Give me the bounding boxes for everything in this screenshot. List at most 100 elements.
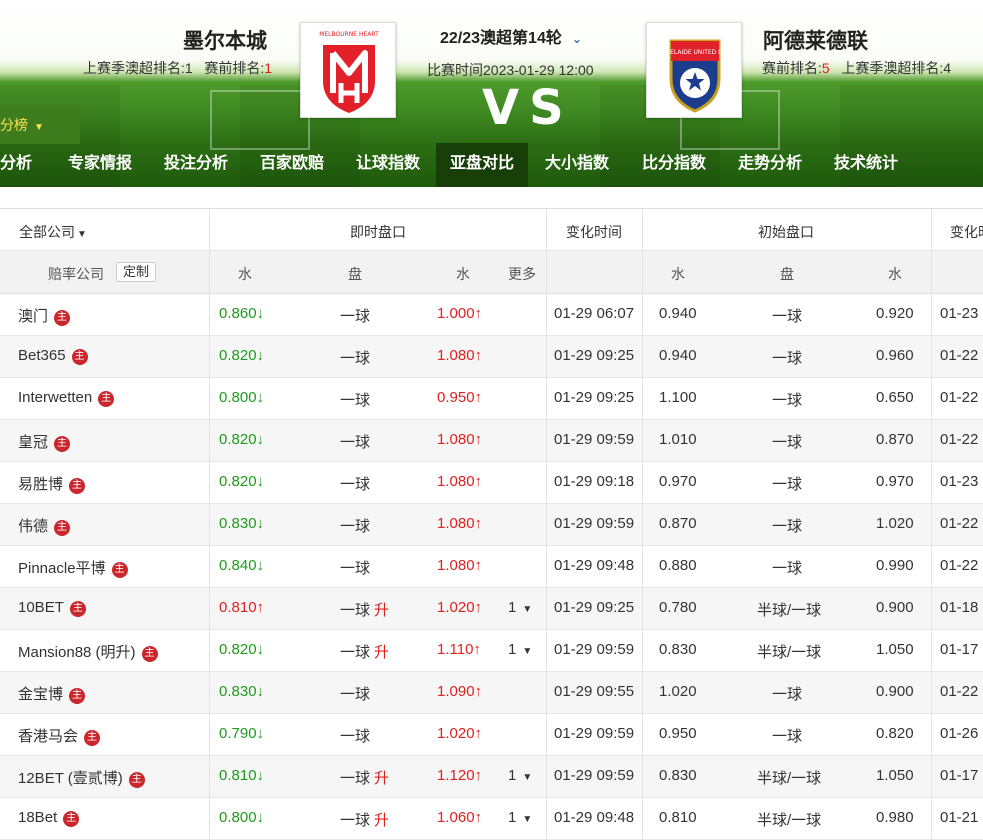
standings-dropdown[interactable]: 分榜 ▼ <box>0 106 80 144</box>
away-rank-value: 5 <box>821 60 830 76</box>
change-time-value: 01-29 09:59 <box>554 725 635 742</box>
live-handicap-cell: 一球 <box>340 431 374 452</box>
company-name[interactable]: 皇冠主 <box>18 431 71 452</box>
company-name[interactable]: 易胜博主 <box>18 473 86 494</box>
table-row[interactable]: 12BET (壹贰博) 主 0.810↓ 一球升 1.120↑ 1 ▼ 01-29 … <box>0 756 983 798</box>
home-team-name[interactable]: 墨尔本城 <box>183 25 267 55</box>
live-handicap-cell: 一球 <box>340 347 374 368</box>
company-name[interactable]: 12BET (壹贰博) 主 <box>18 767 145 788</box>
round-selector[interactable]: 22/23澳超第14轮 ⌄ <box>440 24 582 48</box>
init-water1-value: 0.940 <box>659 347 697 364</box>
company-name[interactable]: 伟德主 <box>18 515 71 536</box>
away-team-logo[interactable]: ADELAIDE UNITED F.C. <box>646 22 742 118</box>
more-dropdown[interactable]: 1 ▼ <box>508 641 532 658</box>
table-row[interactable]: Pinnacle平博主 0.840↓ 一球 1.080↑ 01-29 09:48… <box>0 546 983 588</box>
table-row[interactable]: 10BET 主 0.810↑ 一球升 1.020↑ 1 ▼ 01-29 09:25 … <box>0 588 983 630</box>
host-badge-icon: 主 <box>69 478 86 494</box>
host-badge-icon: 主 <box>111 562 128 578</box>
live-handicap-value: 一球 <box>340 560 371 577</box>
company-filter-label: 全部公司 <box>19 224 75 240</box>
nav-tab-trend[interactable]: 走势分析 <box>722 143 818 187</box>
init-water2-value: 1.050 <box>876 767 914 784</box>
company-name[interactable]: 金宝博主 <box>18 683 86 704</box>
home-rank-label: 赛前排名: <box>204 60 265 76</box>
init-handicap-value: 半球/一球 <box>757 812 822 829</box>
live-water1-value: 0.820↓ <box>219 347 265 364</box>
away-team-name[interactable]: 阿德莱德联 <box>763 25 868 55</box>
table-row[interactable]: Interwetten 主 0.800↓ 一球 0.950↑ 01-29 09:2… <box>0 378 983 420</box>
table-row[interactable]: Mansion88 (明升) 主 0.820↓ 一球升 1.110↑ 1 ▼ 01-… <box>0 630 983 672</box>
live-handicap-value: 一球 <box>340 728 371 745</box>
table-row[interactable]: 伟德主 0.830↓ 一球 1.080↑ 01-29 09:59 0.870 一… <box>0 504 983 546</box>
live-handicap-cell: 一球 <box>340 305 374 326</box>
customize-button[interactable]: 定制 <box>116 262 157 282</box>
nav-tab-euro-odds[interactable]: 百家欧赔 <box>244 143 340 187</box>
chevron-down-icon: ⌄ <box>571 32 582 46</box>
change-time-value: 01-29 09:48 <box>554 809 635 826</box>
host-badge-icon: 主 <box>128 772 145 788</box>
live-water2-value: 1.090↑ <box>437 683 483 700</box>
company-label: 澳门 <box>18 308 49 325</box>
init-water2-value: 0.990 <box>876 557 914 574</box>
more-dropdown[interactable]: 1 ▼ <box>508 599 532 616</box>
company-label: 18Bet <box>18 809 58 826</box>
live-water1-value: 0.830↓ <box>219 683 265 700</box>
live-water2-value: 1.080↑ <box>437 557 483 574</box>
home-team-logo[interactable]: MELBOURNE HEART <box>300 22 396 118</box>
live-water2-value: 1.080↑ <box>437 347 483 364</box>
company-label: 伟德 <box>18 518 49 535</box>
init-handicap-value: 半球/一球 <box>757 602 822 619</box>
company-name[interactable]: 澳门主 <box>18 305 71 326</box>
company-label: 易胜博 <box>18 476 64 493</box>
host-badge-icon: 主 <box>98 391 115 407</box>
company-name[interactable]: 18Bet 主 <box>18 809 80 827</box>
company-name[interactable]: 10BET 主 <box>18 599 86 617</box>
more-dropdown[interactable]: 1 ▼ <box>508 809 532 826</box>
live-water2-value: 1.080↑ <box>437 473 483 490</box>
company-filter-dropdown[interactable]: 全部公司 ▼ <box>19 222 87 242</box>
nav-tab-correct-score[interactable]: 比分指数 <box>626 143 722 187</box>
table-row[interactable]: 香港马会主 0.790↓ 一球 1.020↑ 01-29 09:59 0.950… <box>0 714 983 756</box>
more-dropdown[interactable]: 1 ▼ <box>508 767 532 784</box>
init-water2-value: 0.820 <box>876 725 914 742</box>
init-water2-value: 0.960 <box>876 347 914 364</box>
nav-tab-analysis[interactable]: 分析 <box>0 143 52 187</box>
init-handicap-value: 半球/一球 <box>757 644 822 661</box>
live-handicap-cell: 一球升 <box>340 599 389 620</box>
live-water2-value: 1.020↑ <box>437 725 483 742</box>
host-badge-icon: 主 <box>63 811 80 827</box>
nav-tab-tech-stats[interactable]: 技术统计 <box>818 143 914 187</box>
init-change-time-value: 01-17 <box>940 641 979 658</box>
table-row[interactable]: Bet365 主 0.820↓ 一球 1.080↑ 01-29 09:25 0.9… <box>0 336 983 378</box>
company-name[interactable]: Bet365 主 <box>18 347 88 365</box>
nav-tab-handicap-index[interactable]: 让球指数 <box>340 143 436 187</box>
nav-tab-asian-handicap[interactable]: 亚盘对比 <box>436 143 528 187</box>
init-water1-value: 0.870 <box>659 515 697 532</box>
svg-text:MELBOURNE HEART: MELBOURNE HEART <box>319 31 379 38</box>
change-time-value: 01-29 09:59 <box>554 515 635 532</box>
company-name[interactable]: Pinnacle平博主 <box>18 557 128 578</box>
init-water1-value: 0.810 <box>659 809 697 826</box>
nav-tab-betting[interactable]: 投注分析 <box>148 143 244 187</box>
company-label: Mansion88 (明升) <box>18 644 136 661</box>
company-name[interactable]: Interwetten 主 <box>18 389 115 407</box>
company-label: Interwetten <box>18 389 93 406</box>
more-count: 1 <box>508 599 517 616</box>
live-handicap-cell: 一球 <box>340 725 374 746</box>
table-row[interactable]: 金宝博主 0.830↓ 一球 1.090↑ 01-29 09:55 1.020 … <box>0 672 983 714</box>
company-label: 皇冠 <box>18 434 49 451</box>
svg-text:ADELAIDE UNITED F.C.: ADELAIDE UNITED F.C. <box>661 49 728 56</box>
init-handicap-value: 一球 <box>772 728 803 745</box>
column-divider <box>546 209 547 839</box>
company-name[interactable]: 香港马会主 <box>18 725 101 746</box>
table-row[interactable]: 澳门主 0.860↓ 一球 1.000↑ 01-29 06:07 0.940 一… <box>0 294 983 336</box>
table-row[interactable]: 易胜博主 0.820↓ 一球 1.080↑ 01-29 09:18 0.970 … <box>0 462 983 504</box>
live-handicap-header: 盘 <box>348 266 362 282</box>
live-water1-value: 0.820↓ <box>219 431 265 448</box>
nav-tab-over-under[interactable]: 大小指数 <box>528 143 626 187</box>
table-row[interactable]: 皇冠主 0.820↓ 一球 1.080↑ 01-29 09:59 1.010 一… <box>0 420 983 462</box>
live-water2-value: 1.020↑ <box>437 599 483 616</box>
nav-tab-expert[interactable]: 专家情报 <box>52 143 148 187</box>
live-water2-value: 1.080↑ <box>437 431 483 448</box>
company-name[interactable]: Mansion88 (明升) 主 <box>18 641 158 662</box>
